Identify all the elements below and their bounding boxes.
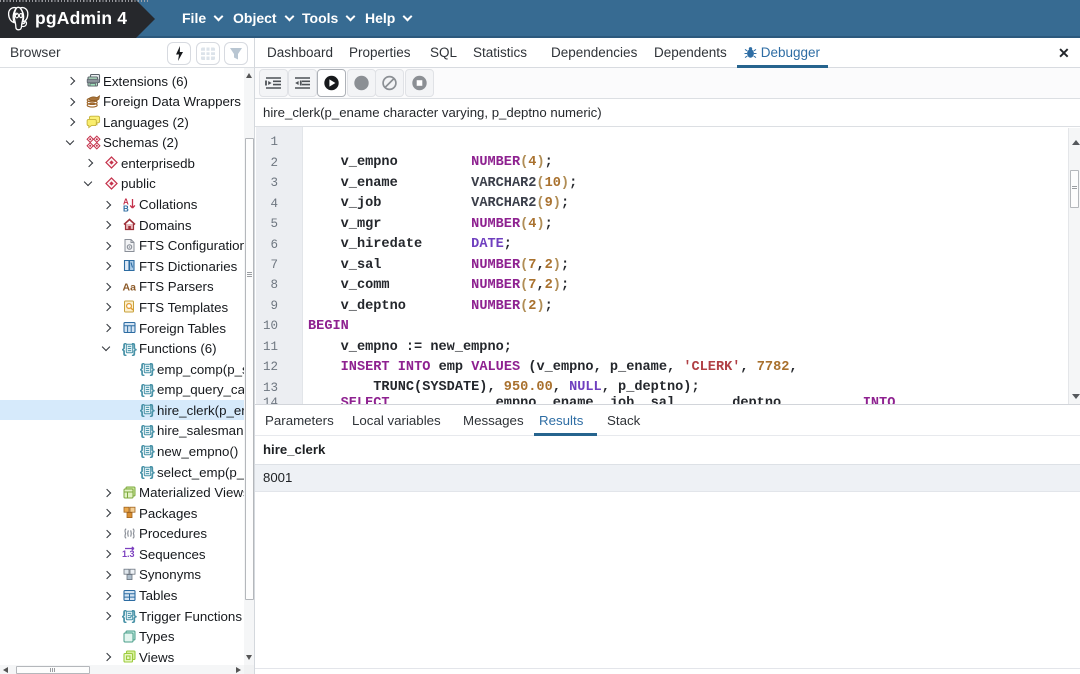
svg-text:}: } — [150, 382, 155, 397]
svg-text:}: } — [150, 444, 155, 459]
svg-text:}: } — [150, 402, 155, 417]
svg-text:}: } — [150, 361, 155, 376]
svg-text:Aa: Aa — [123, 281, 137, 293]
svg-text:}: } — [132, 341, 137, 356]
svg-text:B: B — [123, 204, 129, 212]
svg-text:}: } — [150, 423, 155, 438]
svg-text:}: } — [132, 608, 137, 623]
svg-text:1.3: 1.3 — [122, 549, 135, 559]
svg-text:}: } — [150, 464, 155, 479]
